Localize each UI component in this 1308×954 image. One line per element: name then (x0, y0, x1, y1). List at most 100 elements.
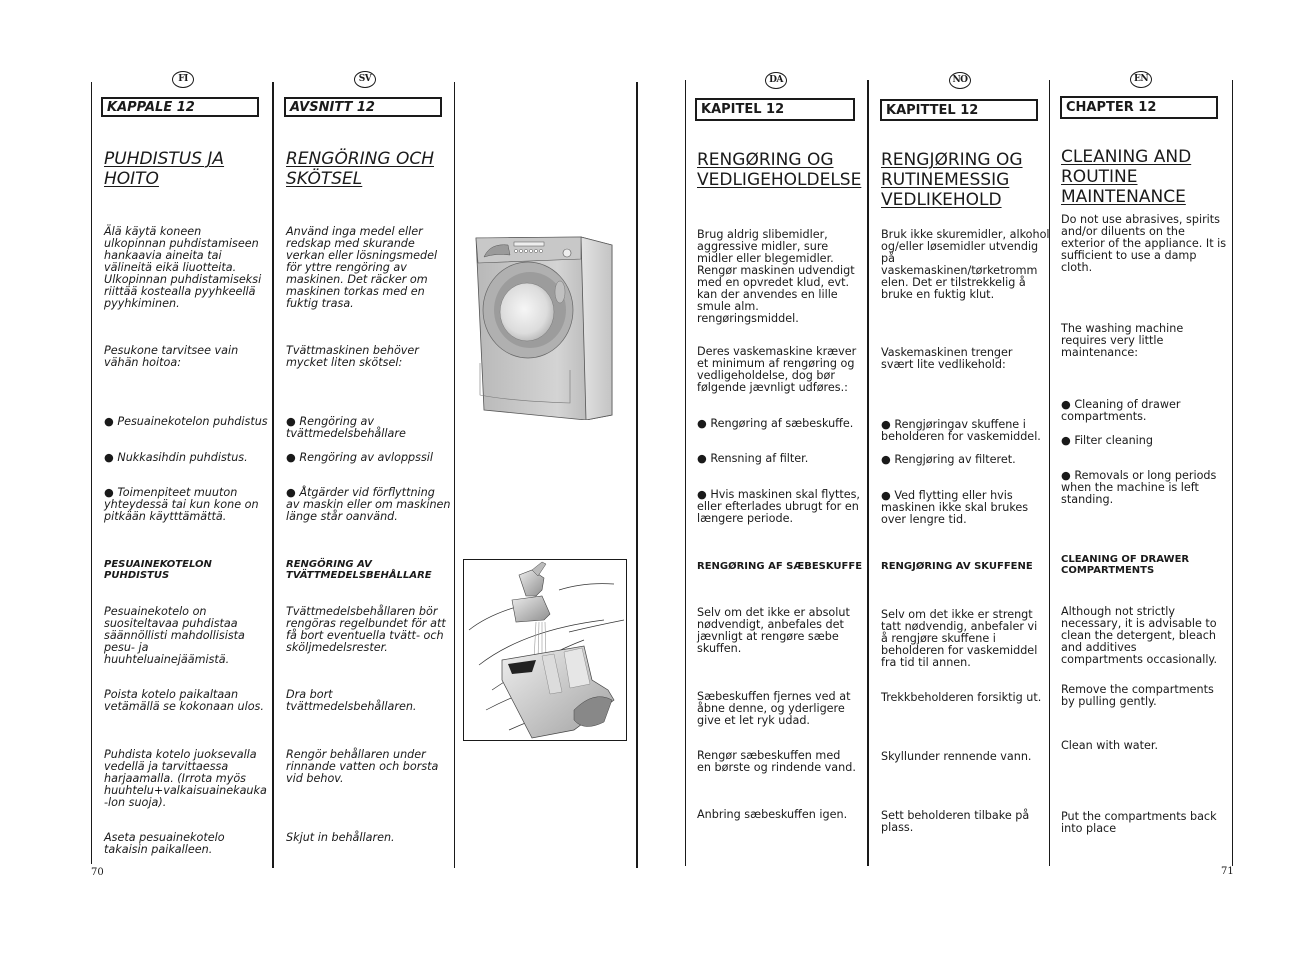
section-title-line: VEDLIGEHOLDELSE (697, 170, 862, 190)
subheading: RENGØRING AF SÆBESKUFFE (697, 561, 862, 572)
text-line: en børste og rindende vand. (697, 761, 856, 774)
text-line: mycket liten skötsel: (286, 356, 403, 369)
step-paragraph: Poista kotelo paikaltaan vetämällä se kok… (104, 689, 264, 713)
intro-paragraph: Brug aldrig slibemidler, aggressive midle… (697, 229, 855, 325)
maintenance-paragraph: The washing machine requires very little m… (1061, 323, 1183, 359)
intro-paragraph: Do not use abrasives, spirits and/or dilu… (1061, 214, 1226, 274)
step-paragraph: Puhdista kotelo juoksevalla vedellä ja ta… (104, 749, 267, 809)
maintenance-paragraph: Deres vaskemaskine kræver et minimum af r… (697, 346, 856, 394)
bullet-item: Nukkasihdin puhdistus. (104, 452, 247, 464)
text-line: maintenance: (1061, 346, 1139, 359)
bullet-item: Rensning af filter. (697, 453, 808, 465)
step-paragraph: Pesuainekotelo on suositeltavaa puhdistaa… (104, 606, 245, 666)
step-paragraph: Aseta pesuainekotelo takaisin paikalleen. (104, 832, 225, 856)
text-line: huuhteluainejäämistä. (104, 653, 230, 666)
text-line: PESUAINEKOTELON (104, 559, 212, 570)
bullet-item: Rengjøring av filteret. (881, 454, 1015, 466)
language-badge-no: NO (949, 72, 971, 89)
language-badge-da: DA (765, 72, 787, 89)
section-title-line: PUHDISTUS JA (104, 149, 225, 169)
text-line: RENGÖRING AV (286, 559, 372, 570)
bullet-item: Ved flytting eller hvismaskinen ikke ska… (881, 490, 1028, 526)
text-line: vid behov. (286, 772, 344, 785)
bullet-item: Toimenpiteet muutonyhteydessä tai kun ko… (104, 487, 259, 523)
page-number: 70 (91, 867, 104, 878)
language-badge-fi: FI (172, 71, 194, 88)
section-title-line: RENGÖRING OCH (286, 149, 434, 169)
text-line: Pesuainekotelon puhdistus (104, 416, 267, 428)
chapter-label: KAPITEL 12 (695, 98, 855, 121)
text-line: Rengjøring av filteret. (881, 454, 1015, 466)
section-title-line: RUTINEMESSIG (881, 170, 1010, 190)
maintenance-paragraph: Pesukone tarvitsee vain vähän hoitoa: (104, 345, 238, 369)
bullet-item: Removals or long periodswhen the machine… (1061, 470, 1216, 506)
bullet-item: Rengøring af sæbeskuffe. (697, 418, 853, 430)
text-line: fra tid til annen. (881, 656, 971, 669)
text-line: Anbring sæbeskuffen igen. (697, 808, 848, 821)
text-line: sköljmedelsrester. (286, 641, 388, 654)
text-line: CLEANING OF DRAWER (1061, 554, 1190, 565)
text-line: into place (1061, 822, 1117, 835)
step-paragraph: Remove the compartments by pulling gently… (1061, 684, 1214, 708)
text-line: plass. (881, 821, 914, 834)
text-line: TVÄTTMEDELSBEHÅLLARE (286, 570, 432, 581)
step-paragraph: Selv om det ikke er absolut nødvendigt, a… (697, 607, 850, 655)
text-line: tvättmedelsbehållaren. (286, 700, 417, 713)
column-rule (272, 82, 274, 868)
text-line: skuffen. (697, 642, 742, 655)
text-line: Trekkbeholderen forsiktig ut. (881, 691, 1042, 704)
text-line: RENGJØRING AV SKUFFENE (881, 561, 1033, 572)
text-line: fuktig trasa. (286, 297, 354, 310)
step-paragraph: Selv om det ikke er strengt tatt nødvendi… (881, 609, 1037, 669)
text-line: COMPARTMENTS (1061, 565, 1155, 576)
text-line: Clean with water. (1061, 739, 1158, 752)
step-paragraph: Skjut in behållaren. (286, 832, 395, 844)
column-rule (454, 82, 455, 868)
chapter-label: KAPPALE 12 (101, 97, 259, 117)
subheading: RENGJØRING AV SKUFFENE (881, 561, 1033, 572)
text-line: takaisin paikalleen. (104, 843, 213, 856)
intro-paragraph: Älä käytä koneen ulkopinnan puhdistamisee… (104, 226, 261, 310)
section-title-line: RENGØRING OG (697, 150, 834, 170)
text-line: Nukkasihdin puhdistus. (104, 452, 247, 464)
washing-machine-icon (475, 236, 613, 421)
text-line: compartments. (1061, 410, 1147, 423)
text-line: vähän hoitoa: (104, 356, 181, 369)
text-line: og/eller løsemidler utvendig (881, 240, 1039, 253)
section-title-line: CLEANING AND (1061, 147, 1192, 167)
maintenance-paragraph: Tvättmaskinen behöver mycket liten skötse… (286, 345, 419, 369)
section-title: CLEANING AND ROUTINE MAINTENANCE (1061, 147, 1191, 207)
step-paragraph: Clean with water. (1061, 740, 1158, 752)
tap-and-drawer-icon (468, 561, 625, 739)
bullet-item: Filter cleaning (1061, 435, 1153, 447)
text-line: Rensning af filter. (697, 453, 808, 465)
section-title-line: RENGJØRING OG (881, 150, 1023, 170)
section-title-line: ROUTINE (1061, 167, 1138, 187)
text-line: pyyhkiminen. (104, 297, 180, 310)
step-paragraph: Trekkbeholderen forsiktig ut. (881, 692, 1041, 704)
subheading: PESUAINEKOTELON PUHDISTUS (104, 559, 212, 581)
text-line: følgende jævnligt udføres.: (697, 381, 848, 394)
text-line: -lon suoja). (104, 796, 167, 809)
washing-machine-illustration (470, 225, 620, 421)
page-number: 71 (1221, 866, 1234, 877)
text-line: RENGØRING AF SÆBESKUFFE (697, 561, 863, 572)
text-line: vetämällä se kokonaan ulos. (104, 700, 264, 713)
bullet-item: Rengjøringav skuffene ibeholderen for va… (881, 419, 1041, 443)
language-badge-en: EN (1130, 71, 1152, 88)
text-line: Skjut in behållaren. (286, 831, 395, 844)
text-line: Rengöring av avloppssil (286, 452, 433, 464)
bullet-item: Pesuainekotelon puhdistus (104, 416, 267, 428)
text-line: Rengøring af sæbeskuffe. (697, 418, 853, 430)
text-line: pitkään käytttämättä. (104, 510, 227, 523)
section-title: RENGJØRING OG RUTINEMESSIG VEDLIKEHOLD (881, 150, 1023, 210)
text-line: länge står oanvänd. (286, 510, 398, 523)
section-title-line: HOITO (104, 169, 159, 189)
text-line: bruke en fuktig klut. (881, 288, 995, 301)
language-badge-sv: SV (354, 71, 376, 88)
step-paragraph: Rengør sæbeskuffen med en børste og rinde… (697, 750, 856, 774)
column-rule (685, 80, 686, 866)
text-line: svært lite vedlikehold: (881, 358, 1006, 371)
intro-paragraph: Bruk ikke skuremidler, alkohol og/eller l… (881, 229, 1050, 301)
bullet-item: Rengöring av avloppssil (286, 452, 433, 464)
